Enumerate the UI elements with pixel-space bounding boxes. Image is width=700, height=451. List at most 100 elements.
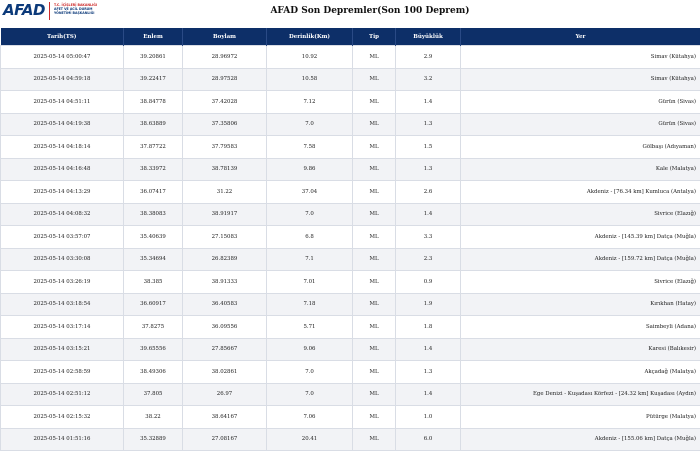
cell-location: Pütürge (Malatya) xyxy=(461,406,700,429)
cell-latitude: 38.63889 xyxy=(124,113,183,136)
cell-magnitude: 1.4 xyxy=(396,383,461,406)
cell-type: ML xyxy=(353,271,396,294)
cell-depth: 9.06 xyxy=(267,338,353,361)
cell-magnitude: 2.9 xyxy=(396,46,461,69)
cell-latitude: 36.07417 xyxy=(124,181,183,204)
cell-type: ML xyxy=(353,383,396,406)
table-row[interactable]: 2025-05-14 03:26:1938.38538.913337.01ML0… xyxy=(1,271,700,294)
cell-magnitude: 0.9 xyxy=(396,271,461,294)
table-row[interactable]: 2025-05-14 04:59:1839.2241728.9752810.58… xyxy=(1,68,700,91)
cell-longitude: 31.22 xyxy=(183,181,267,204)
cell-depth: 7.12 xyxy=(267,91,353,114)
column-header-magnitude[interactable]: Büyüklük xyxy=(396,28,461,46)
cell-date: 2025-05-14 04:16:48 xyxy=(1,158,124,181)
table-row[interactable]: 2025-05-14 03:57:0735.4063927.150836.8ML… xyxy=(1,226,700,249)
cell-type: ML xyxy=(353,91,396,114)
cell-longitude: 26.97 xyxy=(183,383,267,406)
cell-longitude: 27.08167 xyxy=(183,428,267,451)
column-header-depth[interactable]: Derinlik(Km) xyxy=(267,28,353,46)
cell-location: Ege Denizi - Kuşadası Körfezi - [24.32 k… xyxy=(461,383,700,406)
column-header-latitude[interactable]: Enlem xyxy=(124,28,183,46)
table-row[interactable]: 2025-05-14 01:51:1635.3288927.0816720.41… xyxy=(1,428,700,451)
table-row[interactable]: 2025-05-14 03:18:5436.6091736.405837.18M… xyxy=(1,293,700,316)
table-row[interactable]: 2025-05-14 04:16:4838.3397238.781399.86M… xyxy=(1,158,700,181)
cell-depth: 7.06 xyxy=(267,406,353,429)
cell-longitude: 38.78139 xyxy=(183,158,267,181)
cell-longitude: 28.96972 xyxy=(183,46,267,69)
cell-magnitude: 1.4 xyxy=(396,203,461,226)
page-title: AFAD Son Depremler(Son 100 Deprem) xyxy=(0,6,700,16)
cell-magnitude: 3.2 xyxy=(396,68,461,91)
cell-latitude: 38.84778 xyxy=(124,91,183,114)
column-header-date[interactable]: Tarih(TS) xyxy=(1,28,124,46)
table-row[interactable]: 2025-05-14 02:58:5938.4930638.028617.0ML… xyxy=(1,361,700,384)
cell-longitude: 27.15083 xyxy=(183,226,267,249)
column-header-longitude[interactable]: Boylam xyxy=(183,28,267,46)
cell-location: Kale (Malatya) xyxy=(461,158,700,181)
table-row[interactable]: 2025-05-14 03:30:0835.3469426.823897.1ML… xyxy=(1,248,700,271)
cell-depth: 7.0 xyxy=(267,361,353,384)
cell-location: Saimbeyli (Adana) xyxy=(461,316,700,339)
cell-depth: 7.58 xyxy=(267,136,353,159)
cell-type: ML xyxy=(353,361,396,384)
cell-depth: 5.71 xyxy=(267,316,353,339)
cell-location: Simav (Kütahya) xyxy=(461,68,700,91)
cell-latitude: 37.805 xyxy=(124,383,183,406)
cell-longitude: 36.09556 xyxy=(183,316,267,339)
table-body: 2025-05-14 05:00:4739.2086128.9697210.92… xyxy=(1,46,700,451)
cell-location: Akçadağ (Malatya) xyxy=(461,361,700,384)
cell-latitude: 38.385 xyxy=(124,271,183,294)
table-row[interactable]: 2025-05-14 04:18:1437.8772237.795837.58M… xyxy=(1,136,700,159)
table-row[interactable]: 2025-05-14 03:17:1437.827536.095565.71ML… xyxy=(1,316,700,339)
cell-magnitude: 1.0 xyxy=(396,406,461,429)
table-row[interactable]: 2025-05-14 04:19:3838.6388937.358067.0ML… xyxy=(1,113,700,136)
cell-date: 2025-05-14 04:08:32 xyxy=(1,203,124,226)
cell-date: 2025-05-14 04:13:29 xyxy=(1,181,124,204)
page-header: AFAD T.C. İÇİŞLERİ BAKANLIĞI AFET VE ACİ… xyxy=(0,0,700,28)
cell-type: ML xyxy=(353,136,396,159)
table-row[interactable]: 2025-05-14 04:51:1138.8477837.420287.12M… xyxy=(1,91,700,114)
table-row[interactable]: 2025-05-14 02:51:1237.80526.977.0ML1.4Eg… xyxy=(1,383,700,406)
table-row[interactable]: 2025-05-14 04:08:3238.3808338.919177.0ML… xyxy=(1,203,700,226)
table-header-row: Tarih(TS) Enlem Boylam Derinlik(Km) Tip … xyxy=(1,28,700,46)
cell-location: Kırıkhan (Hatay) xyxy=(461,293,700,316)
cell-date: 2025-05-14 04:51:11 xyxy=(1,91,124,114)
cell-magnitude: 1.4 xyxy=(396,91,461,114)
cell-magnitude: 1.3 xyxy=(396,361,461,384)
cell-longitude: 28.97528 xyxy=(183,68,267,91)
column-header-type[interactable]: Tip xyxy=(353,28,396,46)
cell-date: 2025-05-14 02:15:32 xyxy=(1,406,124,429)
cell-latitude: 38.22 xyxy=(124,406,183,429)
column-header-location[interactable]: Yer xyxy=(461,28,700,46)
earthquake-table: Tarih(TS) Enlem Boylam Derinlik(Km) Tip … xyxy=(0,28,700,451)
cell-longitude: 37.79583 xyxy=(183,136,267,159)
cell-type: ML xyxy=(353,158,396,181)
cell-depth: 6.8 xyxy=(267,226,353,249)
cell-depth: 37.04 xyxy=(267,181,353,204)
cell-longitude: 36.40583 xyxy=(183,293,267,316)
table-row[interactable]: 2025-05-14 04:13:2936.0741731.2237.04ML2… xyxy=(1,181,700,204)
cell-date: 2025-05-14 03:15:21 xyxy=(1,338,124,361)
table-row[interactable]: 2025-05-14 05:00:4739.2086128.9697210.92… xyxy=(1,46,700,69)
cell-latitude: 35.40639 xyxy=(124,226,183,249)
cell-location: Karesi (Balıkesir) xyxy=(461,338,700,361)
cell-longitude: 27.85667 xyxy=(183,338,267,361)
cell-magnitude: 2.3 xyxy=(396,248,461,271)
cell-magnitude: 1.3 xyxy=(396,113,461,136)
cell-latitude: 39.65556 xyxy=(124,338,183,361)
cell-date: 2025-05-14 03:57:07 xyxy=(1,226,124,249)
cell-date: 2025-05-14 03:18:54 xyxy=(1,293,124,316)
cell-depth: 7.1 xyxy=(267,248,353,271)
cell-type: ML xyxy=(353,338,396,361)
cell-type: ML xyxy=(353,46,396,69)
cell-date: 2025-05-14 03:17:14 xyxy=(1,316,124,339)
table-row[interactable]: 2025-05-14 02:15:3238.2238.641677.06ML1.… xyxy=(1,406,700,429)
cell-latitude: 37.8275 xyxy=(124,316,183,339)
cell-type: ML xyxy=(353,113,396,136)
cell-date: 2025-05-14 02:58:59 xyxy=(1,361,124,384)
cell-latitude: 35.32889 xyxy=(124,428,183,451)
cell-latitude: 38.38083 xyxy=(124,203,183,226)
cell-latitude: 39.20861 xyxy=(124,46,183,69)
table-row[interactable]: 2025-05-14 03:15:2139.6555627.856679.06M… xyxy=(1,338,700,361)
cell-location: Sivrice (Elazığ) xyxy=(461,271,700,294)
